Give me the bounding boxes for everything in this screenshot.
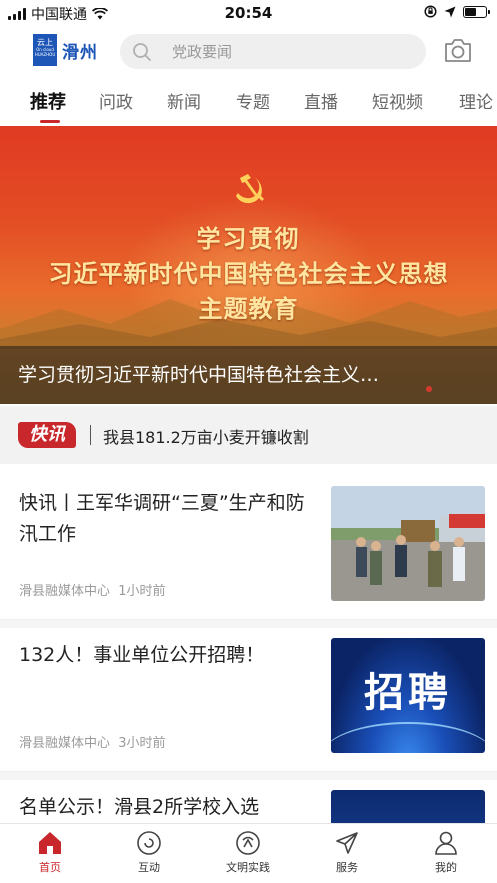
tab-recommend[interactable]: 推荐 bbox=[30, 88, 66, 114]
tab-news[interactable]: 新闻 bbox=[167, 88, 201, 113]
article-title: 快讯丨王军华调研“三夏”生产和防汛工作 bbox=[19, 492, 305, 545]
banner-caption: 学习贯彻习近平新时代中国特色社会主义… bbox=[0, 346, 497, 404]
article-title: 132人！事业单位公开招聘！ bbox=[19, 644, 265, 666]
rotation-lock-icon bbox=[424, 5, 437, 18]
article-item[interactable]: 132人！事业单位公开招聘！ 滑县融媒体中心 3小时前 招聘 bbox=[0, 620, 497, 772]
logo-small-text: 云上 bbox=[37, 38, 53, 47]
nav-civilization-label: 文明实践 bbox=[226, 861, 270, 874]
globe-arc bbox=[331, 722, 485, 753]
user-icon bbox=[435, 831, 457, 855]
banner-line-2: 习近平新时代中国特色社会主义思想 bbox=[48, 260, 449, 288]
nav-interact-label: 互动 bbox=[138, 861, 160, 874]
logo-tiny-text: On cloud HUAZHOU bbox=[34, 47, 56, 57]
search-placeholder: 党政要闻 bbox=[172, 43, 233, 61]
field-inspection-photo bbox=[331, 486, 485, 601]
search-icon bbox=[133, 42, 151, 61]
location-icon bbox=[444, 6, 456, 17]
status-right bbox=[424, 5, 490, 18]
search-bar[interactable]: 党政要闻 bbox=[120, 34, 426, 69]
banner-caption-text: 学习贯彻习近平新时代中国特色社会主义… bbox=[18, 364, 380, 386]
nav-service-label: 服务 bbox=[336, 861, 358, 874]
article-meta: 滑县融媒体中心 1小时前 bbox=[19, 580, 166, 599]
app-name: 滑州 bbox=[62, 42, 98, 63]
status-time: 20:54 bbox=[224, 4, 273, 22]
flash-news-text: 我县181.2万亩小麦开镰收割 bbox=[103, 428, 309, 447]
party-emblem-icon bbox=[236, 174, 264, 204]
recruitment-banner: 招聘 bbox=[331, 638, 485, 753]
battery-icon bbox=[463, 5, 490, 18]
article-time: 1小时前 bbox=[118, 584, 166, 599]
carousel-dots bbox=[426, 386, 432, 392]
status-bar: 中国联通 20:54 bbox=[0, 0, 497, 26]
home-icon bbox=[39, 832, 61, 854]
app-header: 云上 On cloud HUAZHOU 滑州 党政要闻 bbox=[0, 28, 497, 76]
active-tab-indicator bbox=[40, 120, 60, 123]
nav-interact[interactable]: 互动 bbox=[109, 830, 189, 875]
recruitment-text: 招聘 bbox=[364, 670, 452, 716]
logo-badge: 云上 On cloud HUAZHOU bbox=[33, 34, 57, 66]
nav-home[interactable]: 首页 bbox=[10, 830, 90, 875]
send-icon bbox=[336, 832, 358, 854]
nav-profile-label: 我的 bbox=[435, 861, 457, 874]
banner-line-1: 学习贯彻 bbox=[196, 225, 301, 253]
civilization-icon bbox=[236, 831, 260, 855]
article-source: 滑县融媒体中心 bbox=[19, 736, 111, 751]
tab-short-video[interactable]: 短视频 bbox=[372, 88, 423, 113]
article-item[interactable]: 快讯丨王军华调研“三夏”生产和防汛工作 滑县融媒体中心 1小时前 bbox=[0, 468, 497, 620]
app-logo[interactable]: 云上 On cloud HUAZHOU 滑州 bbox=[33, 34, 98, 66]
flash-news-bar[interactable]: 快讯 我县181.2万亩小麦开镰收割 bbox=[0, 406, 497, 464]
flash-badge: 快讯 bbox=[18, 422, 76, 448]
channel-tabs: 推荐 问政 新闻 专题 直播 短视频 理论 bbox=[0, 86, 497, 126]
tab-inquiry[interactable]: 问政 bbox=[99, 88, 133, 113]
article-title: 名单公示！滑县2所学校入选 bbox=[19, 796, 260, 818]
hero-banner[interactable]: 学习贯彻 习近平新时代中国特色社会主义思想 主题教育 学习贯彻习近平新时代中国特… bbox=[0, 126, 497, 404]
article-time: 3小时前 bbox=[118, 736, 166, 751]
interact-icon bbox=[137, 831, 161, 855]
nav-civilization[interactable]: 文明实践 bbox=[208, 830, 288, 875]
article-meta: 滑县融媒体中心 3小时前 bbox=[19, 732, 166, 751]
tab-live[interactable]: 直播 bbox=[304, 88, 338, 113]
tab-theory[interactable]: 理论 bbox=[459, 88, 493, 113]
nav-home-label: 首页 bbox=[39, 861, 61, 874]
banner-line-3: 主题教育 bbox=[198, 295, 299, 323]
carousel-dot-active bbox=[426, 386, 432, 392]
flash-divider bbox=[90, 425, 91, 445]
nav-service[interactable]: 服务 bbox=[307, 830, 387, 875]
bottom-navigation: 首页 互动 文明实践 服务 我的 bbox=[0, 823, 497, 883]
camera-icon[interactable] bbox=[443, 36, 473, 64]
tab-topics[interactable]: 专题 bbox=[236, 88, 270, 113]
article-source: 滑县融媒体中心 bbox=[19, 584, 111, 599]
nav-profile[interactable]: 我的 bbox=[406, 830, 486, 875]
